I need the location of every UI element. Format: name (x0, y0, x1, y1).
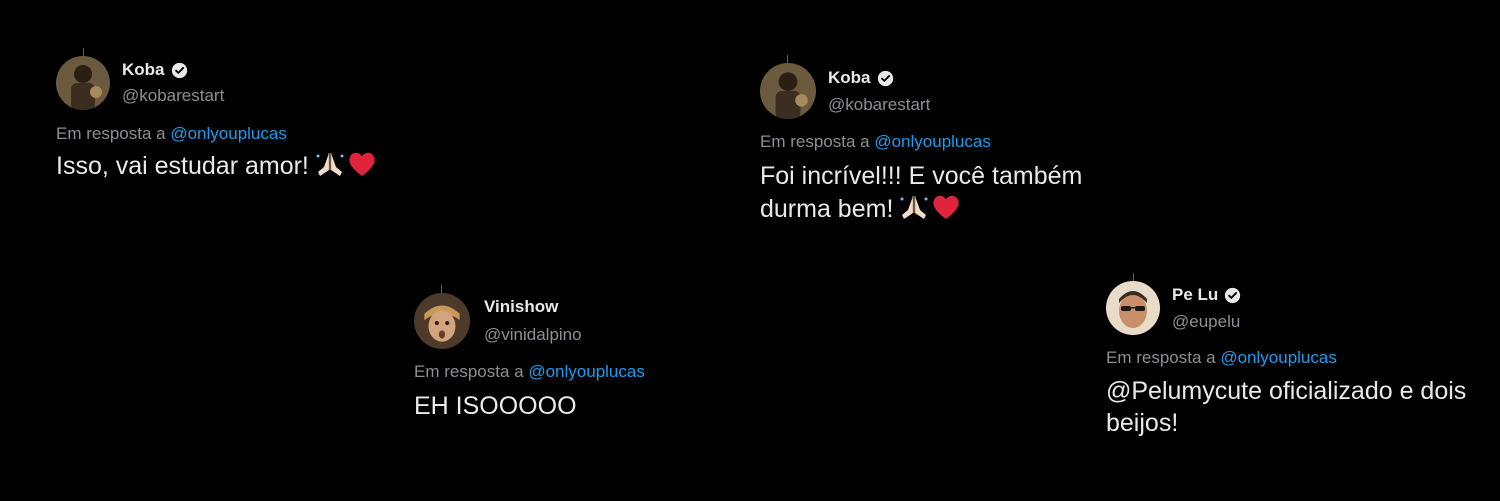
tweet-text-line-1: @Pelumycute oficializado e dois (1106, 377, 1467, 405)
verified-badge-icon (171, 62, 188, 79)
user-handle[interactable]: @kobarestart (122, 86, 224, 106)
folded-hands-icon (316, 153, 344, 176)
tweet-text-content: Isso, vai estudar amor! (56, 152, 309, 180)
reply-prefix: Em resposta a (760, 132, 870, 151)
avatar[interactable] (760, 63, 816, 119)
folded-hands-icon (900, 196, 928, 219)
tweet-koba-1[interactable]: Koba @kobarestart Em resposta a @onlyoup… (56, 48, 476, 196)
user-handle[interactable]: @kobarestart (828, 95, 930, 115)
reply-prefix: Em resposta a (414, 362, 524, 381)
verified-badge-icon (1224, 287, 1241, 304)
tweet-text: Foi incrível!!! E você também durma bem! (760, 160, 1082, 226)
name-row: Koba (122, 60, 188, 80)
tweet-text-line-2: durma bem! (760, 195, 894, 223)
tweet-pelu[interactable]: Pe Lu @eupelu Em resposta a @onlyoupluca… (1106, 273, 1496, 441)
reply-context: Em resposta a @onlyouplucas (414, 362, 645, 382)
emoji-group (315, 150, 377, 178)
red-heart-icon (349, 152, 375, 176)
name-row: Vinishow (484, 297, 558, 317)
reply-mention-link[interactable]: @onlyouplucas (1220, 348, 1337, 367)
avatar[interactable] (414, 293, 470, 349)
tweet-text-line-1: Foi incrível!!! E você também (760, 162, 1083, 190)
user-handle[interactable]: @eupelu (1172, 312, 1240, 332)
avatar[interactable] (56, 56, 110, 110)
avatar[interactable] (1106, 281, 1160, 335)
name-row: Koba (828, 68, 894, 88)
reply-context: Em resposta a @onlyouplucas (1106, 348, 1337, 368)
reply-mention-link[interactable]: @onlyouplucas (528, 362, 645, 381)
display-name[interactable]: Vinishow (484, 297, 558, 317)
reply-context: Em resposta a @onlyouplucas (56, 124, 287, 144)
reply-prefix: Em resposta a (1106, 348, 1216, 367)
tweet-text-content: EH ISOOOOO (414, 392, 577, 420)
tweet-text: Isso, vai estudar amor! (56, 150, 377, 182)
reply-mention-link[interactable]: @onlyouplucas (170, 124, 287, 143)
red-heart-icon (933, 195, 959, 219)
verified-badge-icon (877, 70, 894, 87)
display-name[interactable]: Koba (122, 60, 165, 80)
tweet-text: EH ISOOOOO (414, 390, 577, 422)
tweet-text-line-2: beijos! (1106, 409, 1179, 437)
tweet-koba-2[interactable]: Koba @kobarestart Em resposta a @onlyoup… (760, 55, 1180, 233)
name-row: Pe Lu (1172, 285, 1241, 305)
reply-prefix: Em resposta a (56, 124, 166, 143)
display-name[interactable]: Pe Lu (1172, 285, 1218, 305)
display-name[interactable]: Koba (828, 68, 871, 88)
reply-context: Em resposta a @onlyouplucas (760, 132, 991, 152)
tweet-text: @Pelumycute oficializado e dois beijos! (1106, 375, 1466, 439)
user-handle[interactable]: @vinidalpino (484, 325, 582, 345)
emoji-group (899, 193, 961, 221)
tweet-vinishow[interactable]: Vinishow @vinidalpino Em resposta a @onl… (414, 285, 754, 433)
reply-mention-link[interactable]: @onlyouplucas (874, 132, 991, 151)
